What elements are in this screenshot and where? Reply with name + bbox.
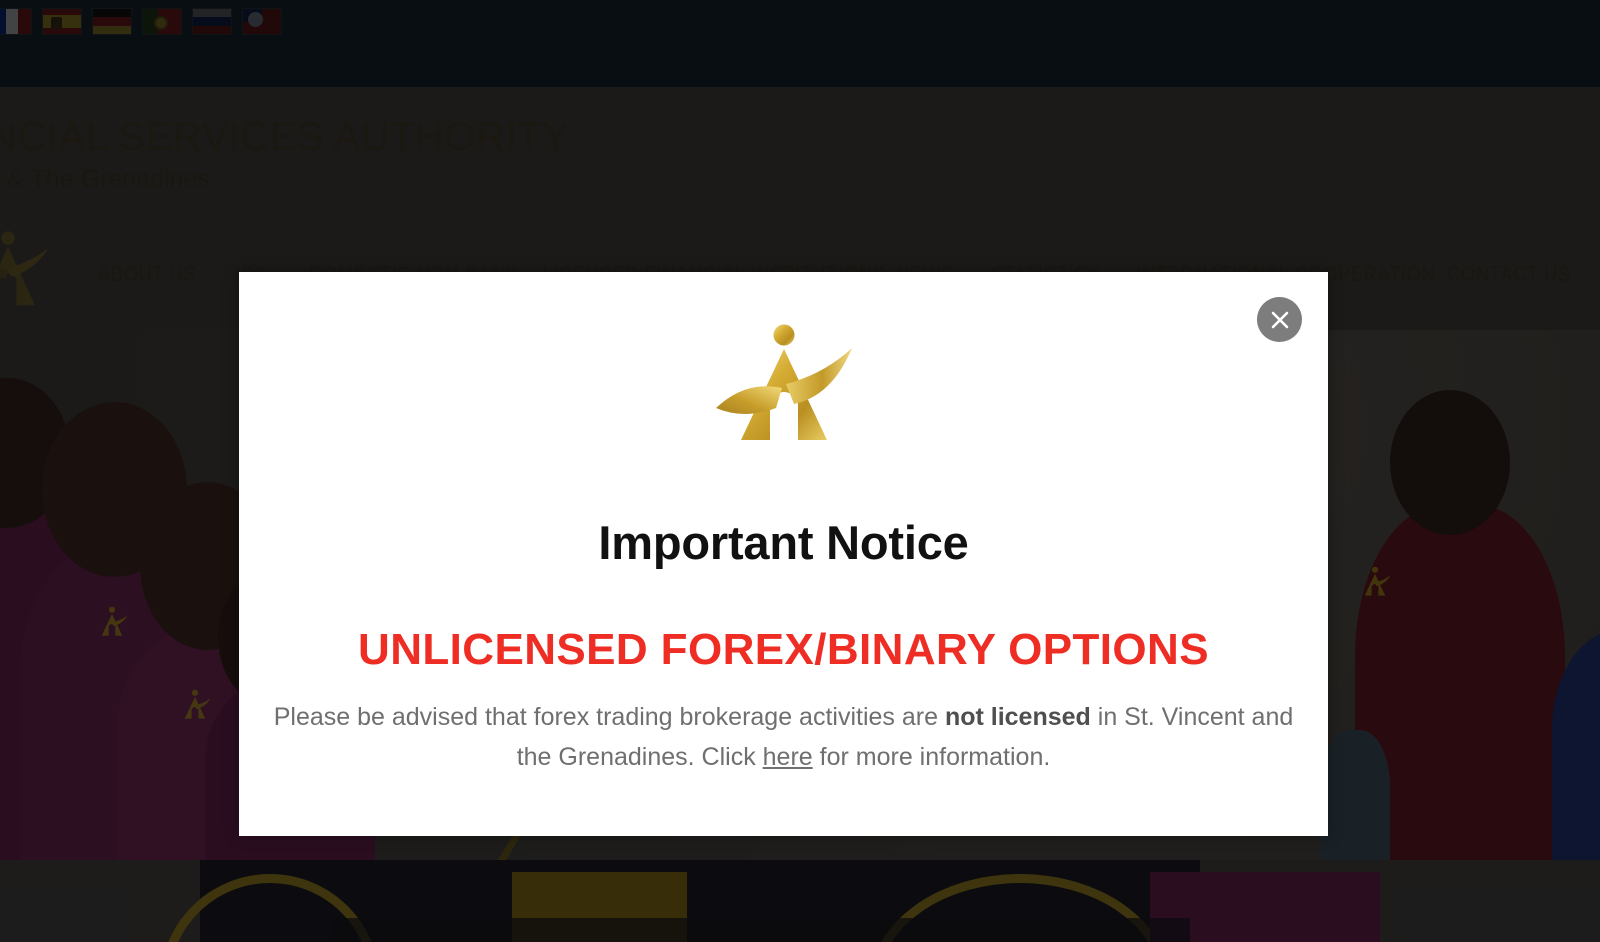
important-notice-modal: Important Notice UNLICENSED FOREX/BINARY… [239, 272, 1328, 836]
fsa-logo-icon [715, 324, 852, 440]
more-information-link[interactable]: here [763, 743, 813, 771]
modal-body-text: Please be advised that forex trading bro… [269, 697, 1298, 777]
body-segment-3: for more information. [812, 743, 1051, 771]
modal-alert-heading: UNLICENSED FOREX/BINARY OPTIONS [358, 625, 1209, 674]
body-emphasis-not-licensed: not licensed [944, 703, 1091, 731]
modal-title: Important Notice [598, 516, 969, 569]
page-root: FINANCIAL SERVICES AUTHORITY St. Vincent… [0, 0, 1600, 942]
body-segment-1: Please be advised that forex trading bro… [273, 703, 945, 731]
close-icon[interactable] [1257, 297, 1302, 342]
